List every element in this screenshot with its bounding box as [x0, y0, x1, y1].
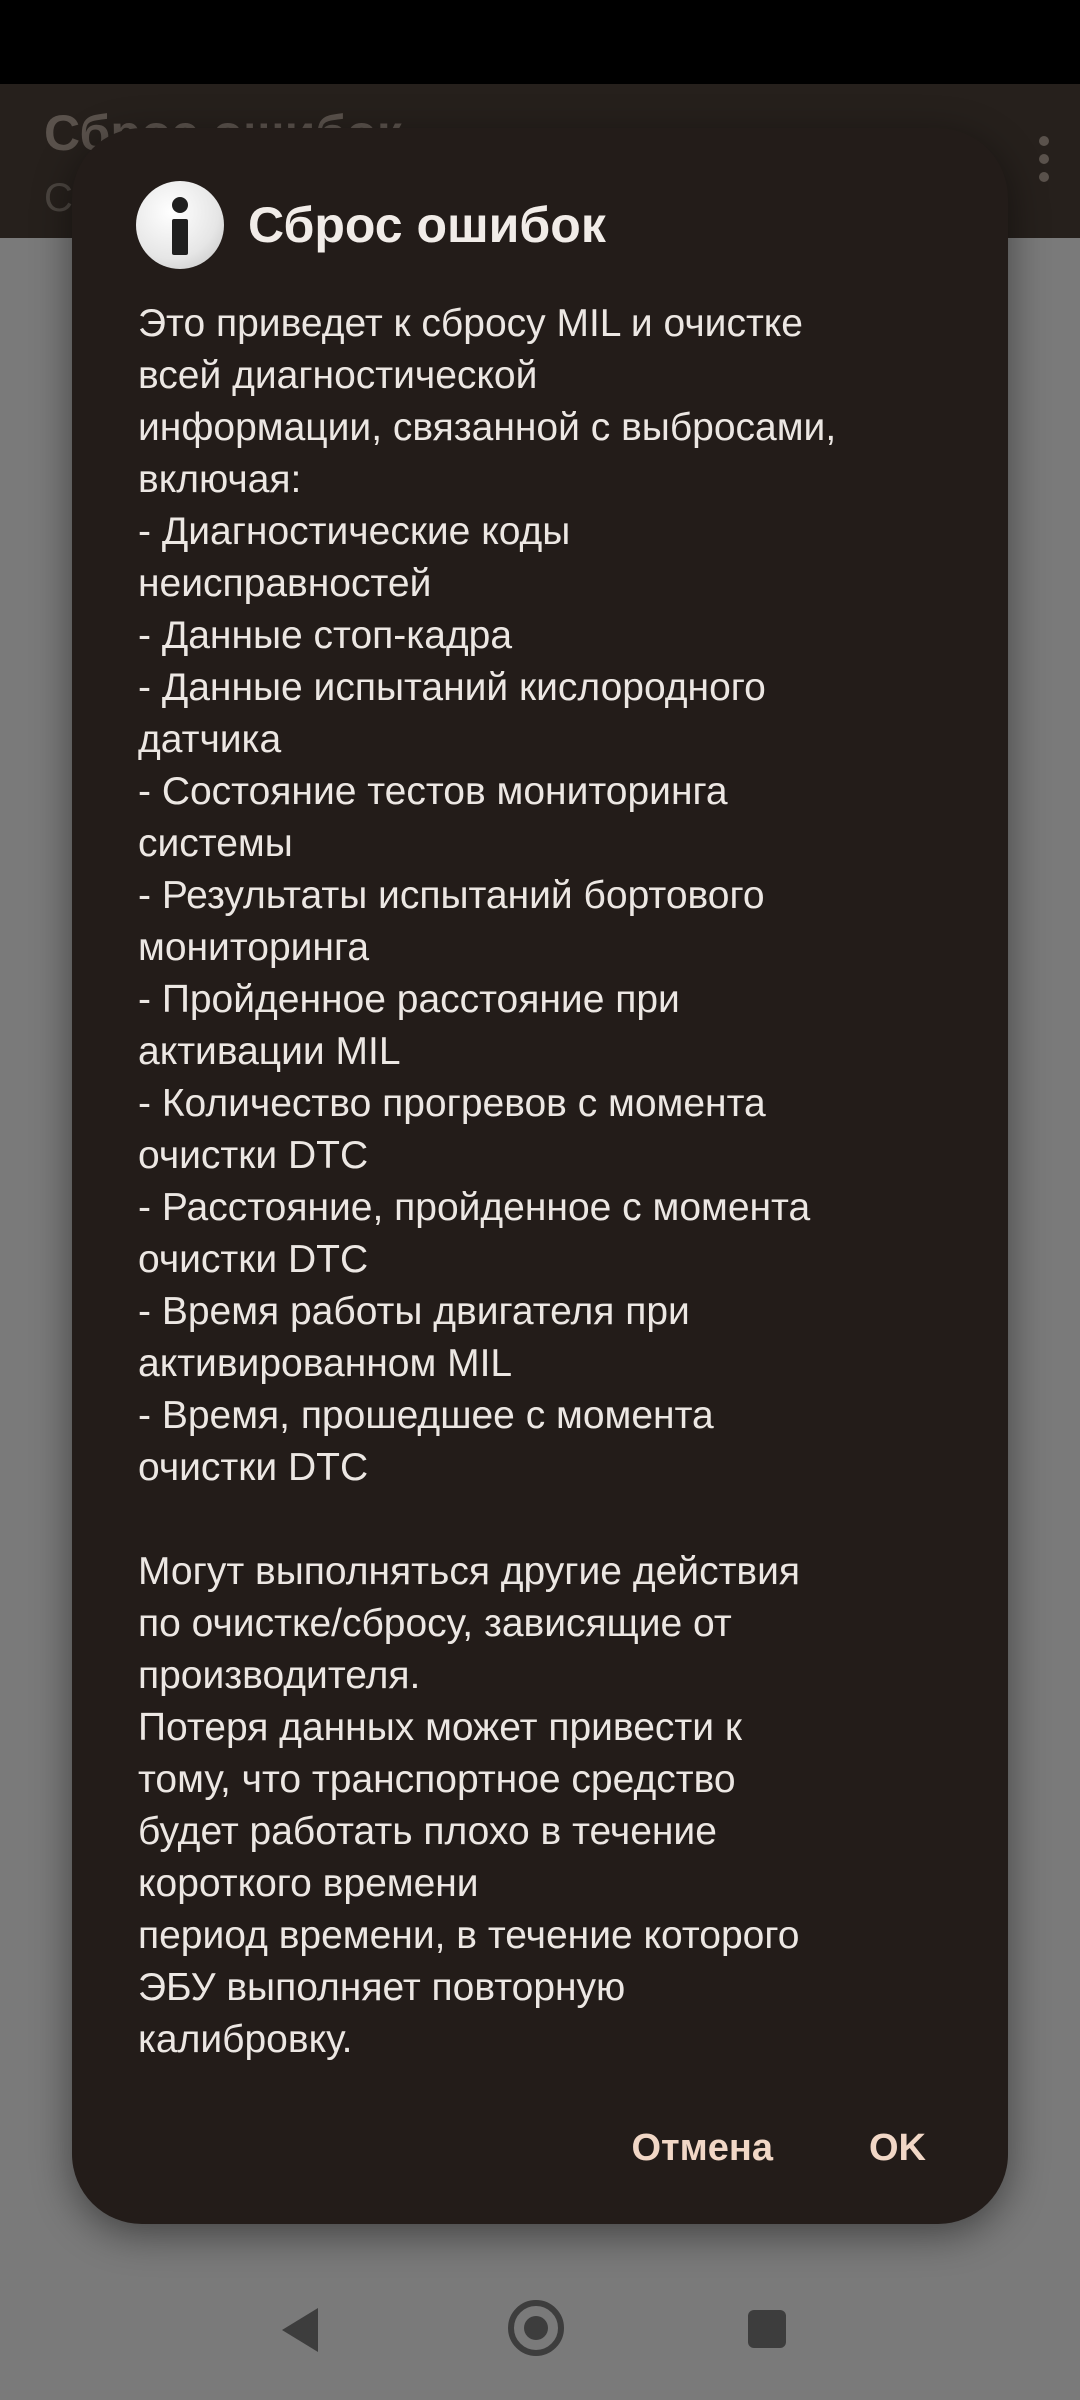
overflow-menu-icon[interactable]	[1034, 136, 1054, 186]
navigation-bar	[0, 2250, 1080, 2400]
ok-button[interactable]: OK	[839, 2117, 956, 2180]
status-bar	[0, 0, 1080, 84]
home-icon[interactable]	[508, 2300, 564, 2356]
dialog-title: Сброс ошибок	[248, 197, 606, 253]
app-subtitle: С	[44, 176, 73, 220]
dialog-body[interactable]: Это приведет к сбросу MIL и очистке всей…	[138, 298, 958, 2168]
recent-apps-icon[interactable]	[748, 2310, 786, 2348]
dialog-header: Сброс ошибок	[136, 180, 606, 270]
cancel-button[interactable]: Отмена	[602, 2117, 804, 2180]
back-icon[interactable]	[282, 2308, 318, 2352]
info-icon	[136, 181, 224, 269]
dialog-actions: Отмена OK	[602, 2108, 957, 2188]
reset-errors-dialog: Сброс ошибок Это приведет к сбросу MIL и…	[72, 128, 1008, 2224]
dialog-message: Это приведет к сбросу MIL и очистке всей…	[138, 302, 837, 2061]
